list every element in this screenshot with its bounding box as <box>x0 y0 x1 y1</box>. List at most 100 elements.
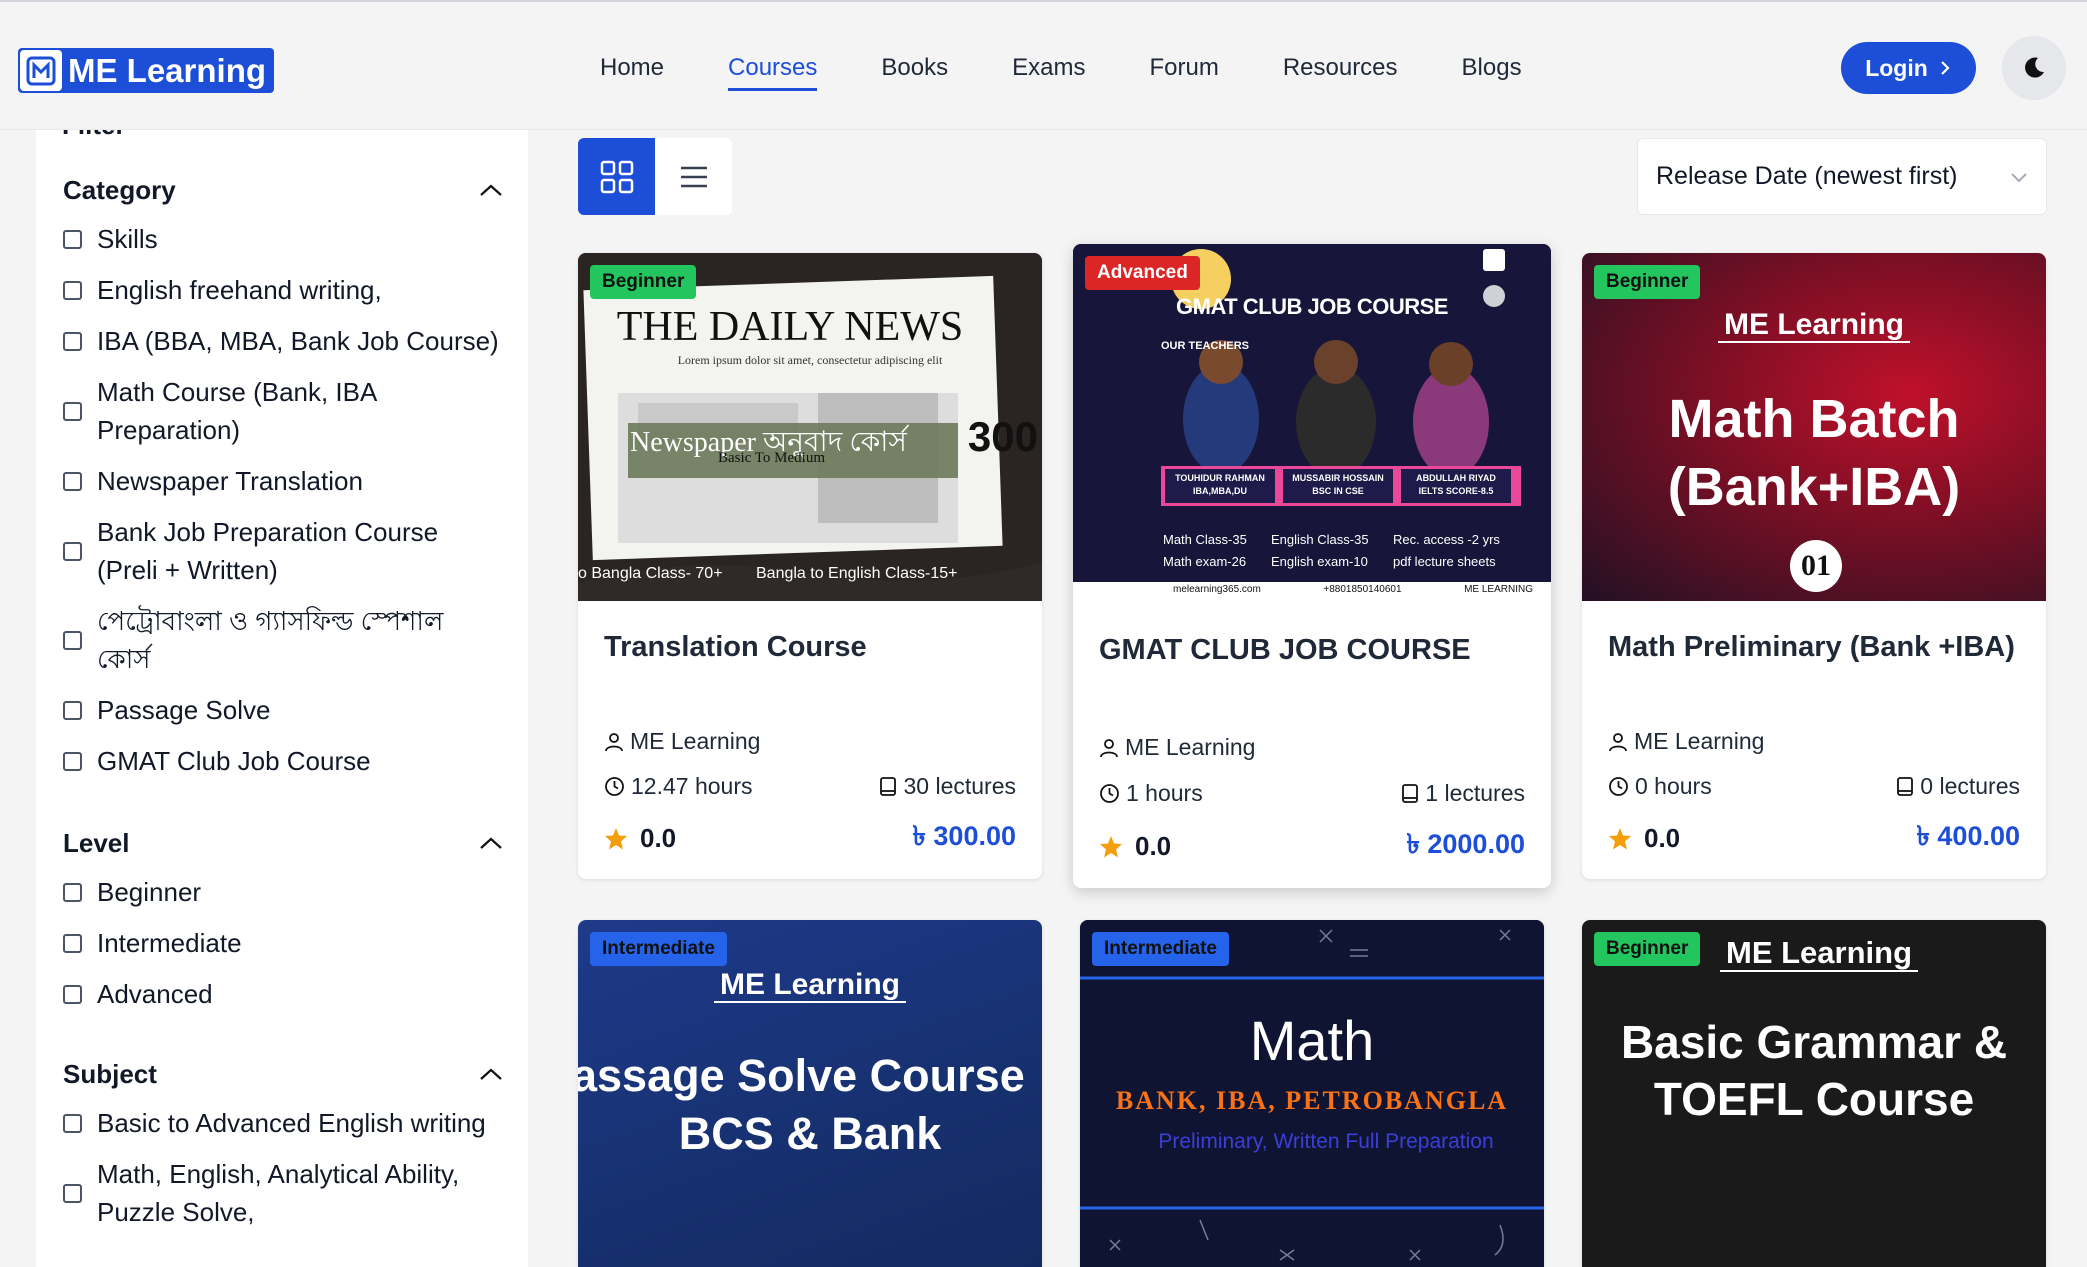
course-card[interactable]: Math BANK, IBA, PETROBANGLA Preliminary,… <box>1080 920 1544 1267</box>
moon-icon <box>2025 57 2044 78</box>
grid-view-button[interactable] <box>578 138 655 215</box>
level-option[interactable]: Intermediate <box>63 924 503 962</box>
course-hours: 12.47 hours <box>604 773 752 800</box>
checkbox[interactable] <box>63 280 82 300</box>
course-card[interactable]: GMAT CLUB JOB COURSE OUR TEACHERS TOUHID… <box>1073 244 1551 888</box>
star-icon <box>1609 827 1631 849</box>
brand-logo[interactable]: ME Learning <box>18 48 275 93</box>
chevron-up-icon[interactable] <box>479 183 503 197</box>
course-card[interactable]: ME Learning Math Batch (Bank+IBA) 01 Beg… <box>1582 253 2046 879</box>
category-option[interactable]: Skills <box>63 220 503 258</box>
thumb-line2: BCS & Bank <box>678 1108 942 1159</box>
nav-resources[interactable]: Resources <box>1283 54 1398 91</box>
user-icon <box>1609 732 1627 751</box>
login-label: Login <box>1865 54 1928 81</box>
category-option[interactable]: Passage Solve <box>63 691 503 729</box>
level-header[interactable]: Level <box>63 823 503 863</box>
course-footer: 0.0 ৳ 400.00 <box>1608 816 2020 861</box>
theme-toggle-button[interactable] <box>2002 36 2066 100</box>
book-icon <box>1897 777 1914 796</box>
course-thumbnail: GMAT CLUB JOB COURSE OUR TEACHERS TOUHID… <box>1073 244 1551 602</box>
checkbox[interactable] <box>63 630 82 650</box>
thumb-line1: Math Batch <box>1668 389 1960 449</box>
course-rating: 0.0 <box>604 823 676 854</box>
subject-section: Subject Basic to Advanced English writin… <box>63 1054 503 1231</box>
category-option[interactable]: Bank Job Preparation Course (Preli + Wri… <box>63 513 503 589</box>
level-badge: Beginner <box>590 265 697 299</box>
category-option[interactable]: IBA (BBA, MBA, Bank Job Course) <box>63 322 503 360</box>
clock-icon <box>605 777 624 796</box>
category-option[interactable]: Math Course (Bank, IBA Preparation) <box>63 373 503 449</box>
checkbox[interactable] <box>63 1183 82 1203</box>
subject-header[interactable]: Subject <box>63 1054 503 1094</box>
thumb-brand: ME Learning <box>578 968 1042 1003</box>
thumb-teachers-label: OUR TEACHERS <box>1161 340 1250 352</box>
course-footer: 0.0 ৳ 300.00 <box>604 816 1016 861</box>
course-card[interactable]: THE DAILY NEWS Lorem ipsum dolor sit ame… <box>578 253 1042 879</box>
course-lectures: 1 lectures <box>1401 780 1525 807</box>
nav-books[interactable]: Books <box>881 54 948 91</box>
thumb-brand: ME Learning <box>1582 308 2046 343</box>
subject-option[interactable]: Basic to Advanced English writing <box>63 1104 503 1142</box>
thumb-count: 300 <box>967 413 1038 460</box>
chevron-up-icon[interactable] <box>479 836 503 850</box>
thumb-overlay-sub: Basic To Medium <box>718 450 825 466</box>
checkbox[interactable] <box>63 751 82 771</box>
course-card[interactable]: ME Learning Basic Grammar & TOEFL Course… <box>1582 920 2046 1267</box>
clock-icon <box>1609 777 1628 796</box>
checkbox[interactable] <box>63 471 82 491</box>
thumb-footer-left: o Bangla Class- 70+ <box>578 565 723 582</box>
course-hours: 0 hours <box>1608 773 1712 800</box>
category-option[interactable]: Newspaper Translation <box>63 462 503 500</box>
thumb-line2: TOEFL Course <box>1653 1073 1975 1125</box>
course-title[interactable]: Math Preliminary (Bank +IBA) <box>1608 631 2015 664</box>
list-view-button[interactable] <box>655 138 732 215</box>
checkbox[interactable] <box>63 700 82 720</box>
filter-sidebar: Filter Category Skills English freehand … <box>36 130 528 1267</box>
subject-option[interactable]: Math, English, Analytical Ability, Puzzl… <box>63 1155 503 1231</box>
nav-courses[interactable]: Courses <box>728 54 818 91</box>
checkbox[interactable] <box>63 882 82 902</box>
checkbox[interactable] <box>63 933 82 953</box>
nav-home[interactable]: Home <box>600 54 664 91</box>
user-icon <box>1100 738 1118 757</box>
course-title[interactable]: GMAT CLUB JOB COURSE <box>1099 634 1471 667</box>
category-option[interactable]: GMAT Club Job Course <box>63 742 503 780</box>
level-option[interactable]: Beginner <box>63 873 503 911</box>
course-author: ME Learning <box>1608 728 1764 755</box>
nav-exams[interactable]: Exams <box>1012 54 1085 91</box>
course-footer: 0.0 ৳ 2000.00 <box>1099 824 1525 869</box>
checkbox[interactable] <box>63 984 82 1004</box>
course-author: ME Learning <box>604 728 760 755</box>
level-badge: Intermediate <box>590 932 727 966</box>
checkbox[interactable] <box>63 1113 82 1133</box>
thumb-headline: THE DAILY NEWS <box>616 304 964 350</box>
category-option[interactable]: পেট্রোবাংলা ও গ্যাসফিল্ড স্পেশাল কোর্স <box>63 602 503 678</box>
course-price: ৳ 300.00 <box>912 821 1016 851</box>
course-lectures: 0 lectures <box>1896 773 2020 800</box>
filter-heading: Filter <box>62 130 126 141</box>
checkbox[interactable] <box>63 541 82 561</box>
course-title[interactable]: Translation Course <box>604 631 867 664</box>
book-icon <box>880 777 897 796</box>
course-card[interactable]: ME Learning assage Solve Course BCS & Ba… <box>578 920 1042 1267</box>
course-meta: 1 hours 1 lectures <box>1099 780 1525 807</box>
category-header[interactable]: Category <box>63 170 503 210</box>
login-button[interactable]: Login <box>1841 42 1976 94</box>
thumb-line3: Preliminary, Written Full Preparation <box>1158 1130 1494 1153</box>
nav-blogs[interactable]: Blogs <box>1462 54 1522 91</box>
checkbox[interactable] <box>63 229 82 249</box>
thumb-line2: (Bank+IBA) <box>1667 457 1961 517</box>
chevron-up-icon[interactable] <box>479 1067 503 1081</box>
category-option[interactable]: English freehand writing, <box>63 271 503 309</box>
sort-select[interactable]: Release Date (newest first) <box>1637 138 2047 215</box>
checkbox[interactable] <box>63 401 82 421</box>
main-nav: Home Courses Books Exams Forum Resources… <box>600 54 1586 91</box>
thumb-brand: ME Learning <box>1720 935 1919 972</box>
chevron-down-icon <box>2011 172 2027 182</box>
thumb-line2: BANK, IBA, PETROBANGLA <box>1115 1086 1509 1115</box>
checkbox[interactable] <box>63 331 82 351</box>
level-option[interactable]: Advanced <box>63 975 503 1013</box>
grid-view-icon <box>600 160 633 193</box>
nav-forum[interactable]: Forum <box>1149 54 1218 91</box>
